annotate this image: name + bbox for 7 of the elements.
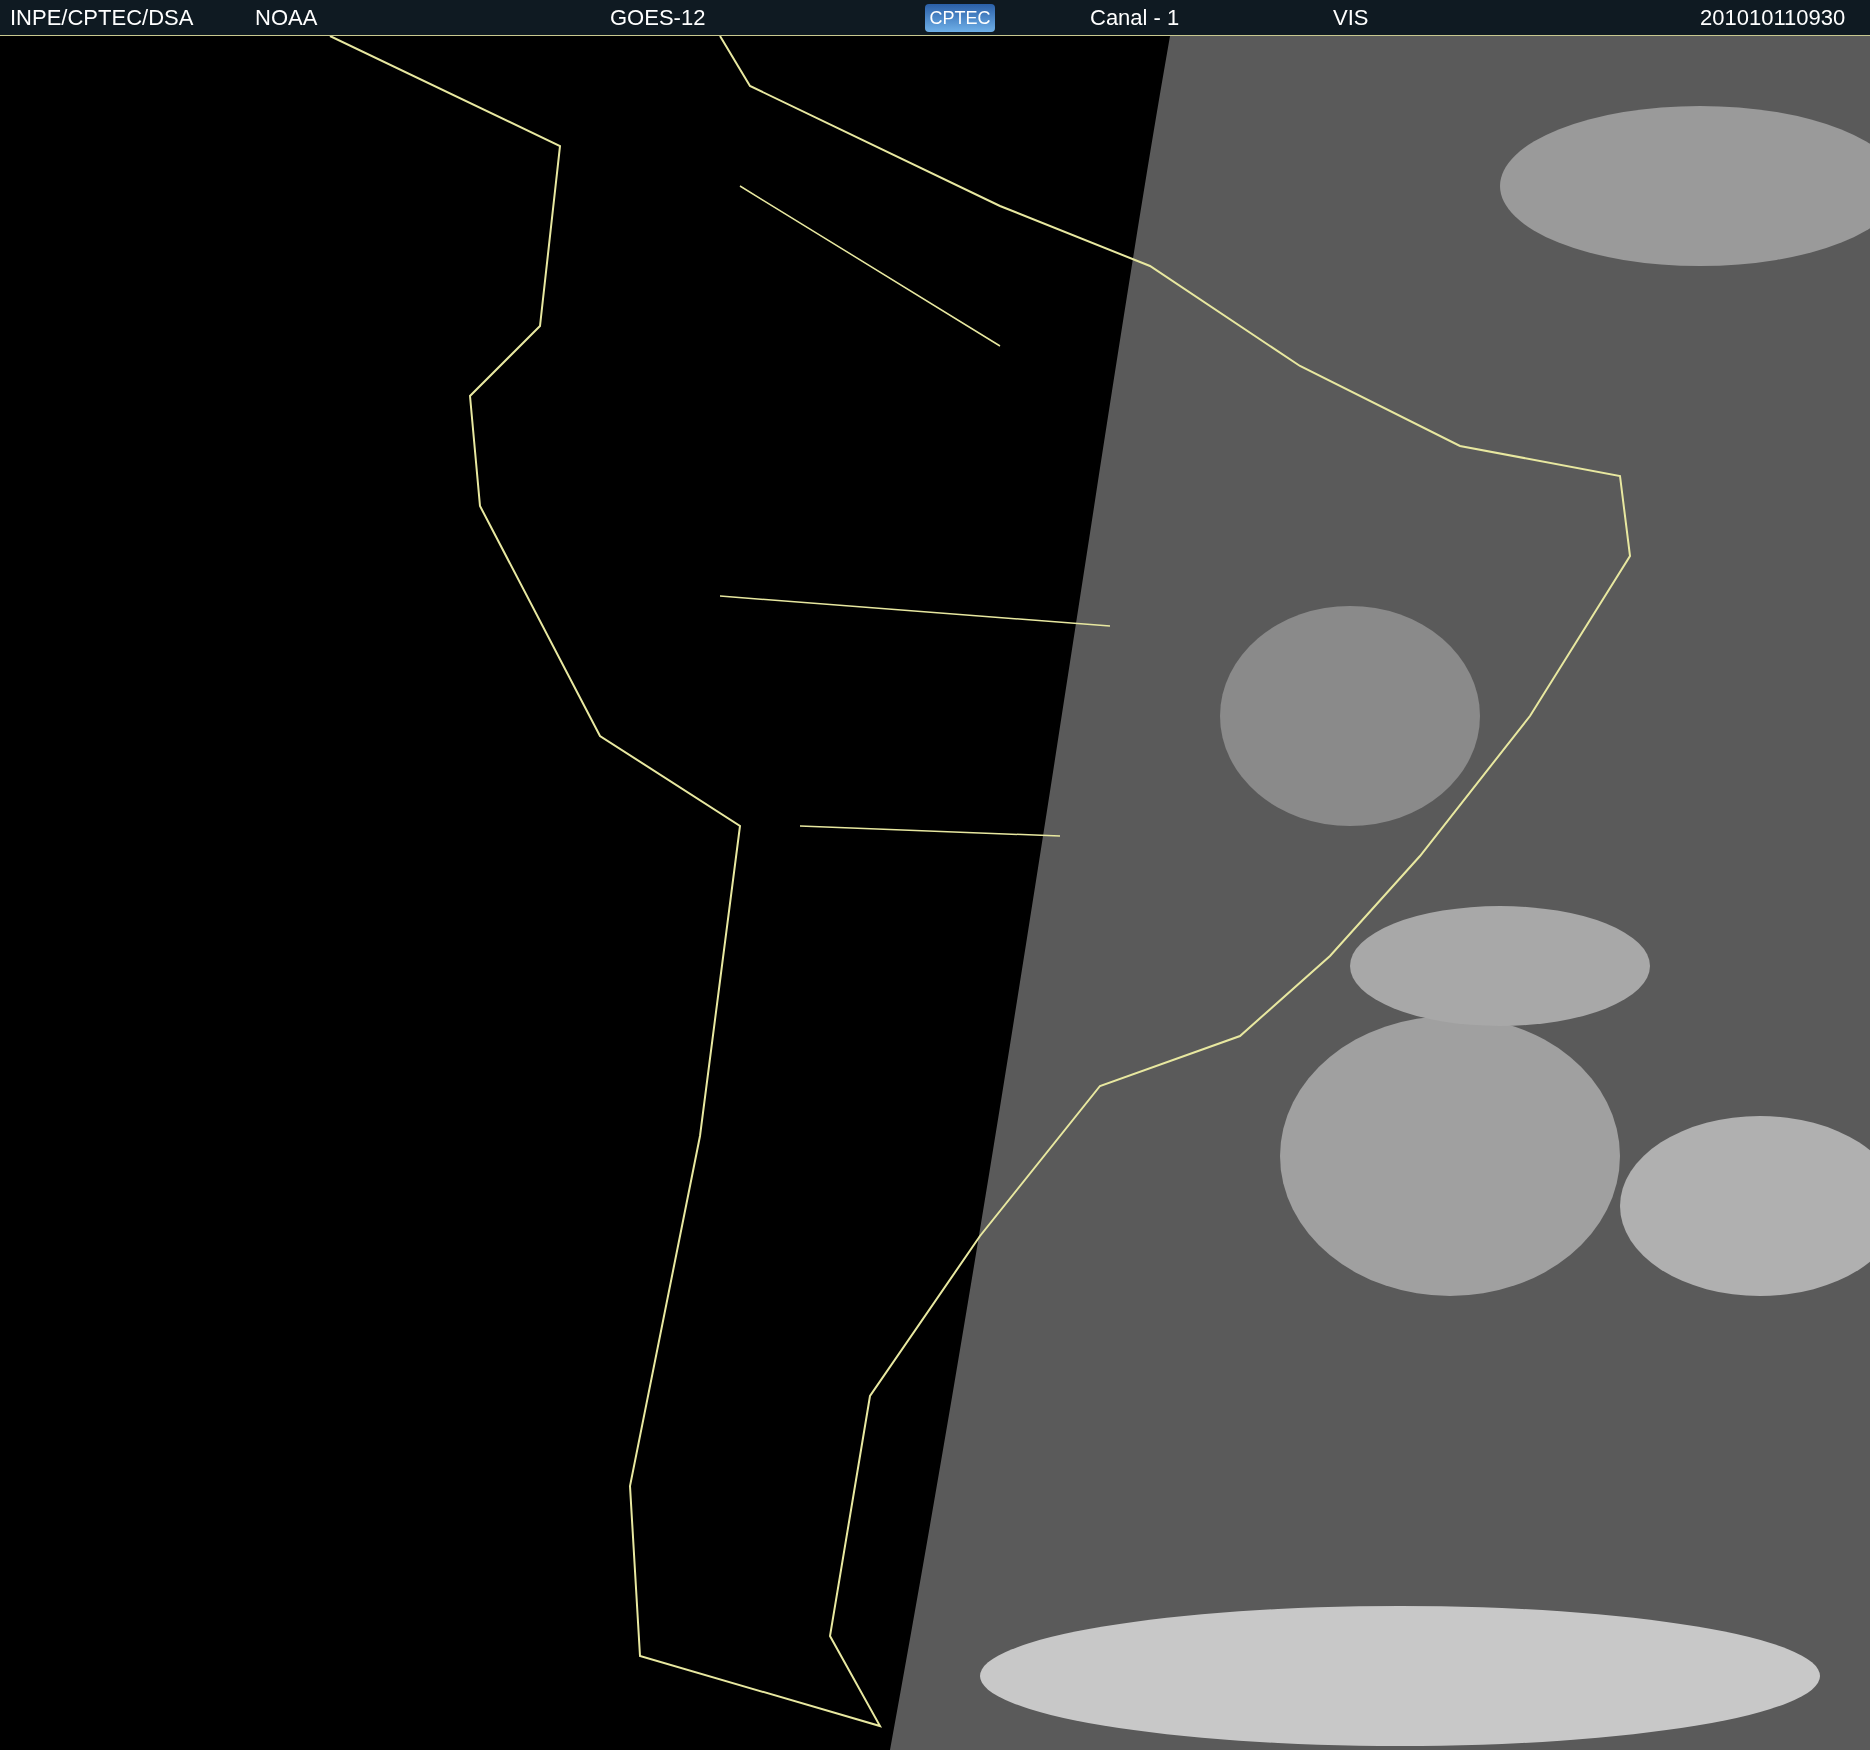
logo: CPTEC bbox=[925, 3, 995, 32]
satellite-label: GOES-12 bbox=[610, 4, 707, 31]
channel-label: Canal - 1 bbox=[1090, 4, 1181, 31]
agency-label: NOAA bbox=[255, 4, 319, 31]
timestamp-label: 201010110930 bbox=[1700, 4, 1847, 31]
band-label: VIS bbox=[1333, 4, 1370, 31]
source-label: INPE/CPTEC/DSA bbox=[10, 4, 195, 31]
